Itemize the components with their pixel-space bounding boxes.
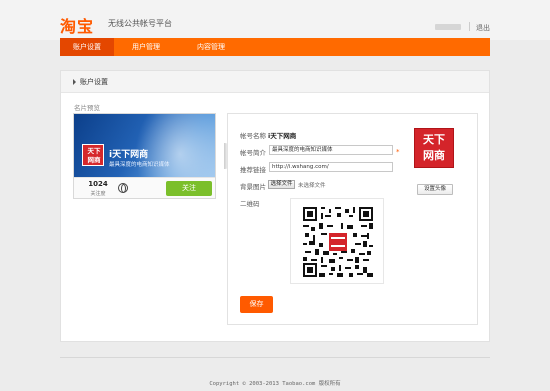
brand-logo-text-top: 天下: [87, 147, 101, 155]
copyright: Copyright © 2003-2013 Taobao.com 版权所有: [209, 381, 341, 387]
section-header: 账户设置: [61, 71, 489, 93]
avatar-text-bottom: 网商: [423, 149, 445, 162]
site-title: 无线公共帐号平台: [108, 19, 172, 28]
main-nav: 账户设置 用户管理 内容管理: [60, 38, 490, 56]
globe-icon[interactable]: [118, 183, 128, 193]
qr-label: 二维码: [240, 200, 260, 208]
preview-description: 最具深度的电商知识媒体: [109, 162, 170, 168]
account-name-value: i天下网商: [268, 132, 297, 140]
followers-label: 关注度: [90, 191, 106, 197]
taobao-logo[interactable]: 淘宝: [60, 13, 94, 37]
bg-image-label: 背景图片: [240, 183, 266, 191]
card-preview: 天下 网商 i天下网商 最具深度的电商知识媒体 1024 关注度 关注: [73, 113, 216, 199]
set-avatar-button[interactable]: 设置头像: [417, 184, 453, 195]
file-status: 未选择文件: [298, 183, 326, 189]
account-name-label: 帐号名称: [240, 132, 266, 140]
brand-logo-text-bottom: 网商: [87, 156, 101, 164]
tab-user-management[interactable]: 用户管理: [116, 38, 176, 56]
account-form: 帐号名称 i天下网商 帐号简介 最具深度的电商知识媒体 * 推荐链接 http:…: [227, 113, 478, 325]
tab-content-management[interactable]: 内容管理: [180, 38, 242, 56]
avatar: 天下 网商: [414, 128, 454, 168]
intro-label: 帐号简介: [240, 149, 266, 157]
link-input[interactable]: http://i.wshang.com/: [269, 162, 393, 172]
brand-logo: 天下 网商: [82, 144, 104, 166]
tab-account-settings[interactable]: 账户设置: [60, 38, 114, 56]
save-button[interactable]: 保存: [240, 296, 273, 313]
section-title: 账户设置: [80, 78, 108, 86]
triangle-right-icon: [73, 79, 76, 85]
logout-link[interactable]: 退出: [476, 23, 490, 33]
header-separator: [469, 22, 470, 31]
account-settings-card: 账户设置 名片预览 天下 网商 i天下网商 最具深度的电商知识媒体 1024 关…: [60, 70, 490, 342]
preview-label: 名片预览: [74, 104, 100, 112]
link-label: 推荐链接: [240, 166, 266, 174]
follow-button[interactable]: 关注: [166, 181, 212, 196]
followers-count: 1024: [88, 180, 108, 188]
preview-account-name: i天下网商: [109, 150, 149, 160]
required-mark: *: [396, 148, 400, 156]
top-header: 淘宝 无线公共帐号平台 退出: [0, 0, 550, 40]
preview-stats: 1024 关注度 关注: [74, 177, 215, 198]
qr-code: [290, 198, 384, 284]
footer-divider: [60, 357, 490, 358]
preview-banner: 天下 网商 i天下网商 最具深度的电商知识媒体: [74, 114, 215, 177]
avatar-text-top: 天下: [423, 133, 445, 146]
qr-code-graphic: [303, 207, 373, 277]
intro-input[interactable]: 最具深度的电商知识媒体: [269, 145, 393, 155]
user-name-placeholder: [435, 24, 461, 30]
choose-file-button[interactable]: 选择文件: [268, 180, 295, 189]
